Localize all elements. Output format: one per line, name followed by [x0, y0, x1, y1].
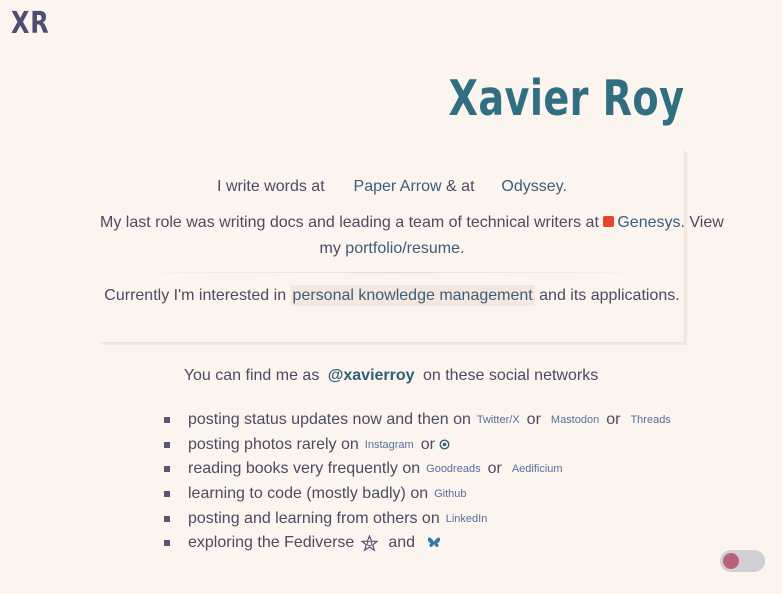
bullet [164, 466, 170, 473]
list-item: posting photos rarely on Instagram or [164, 433, 674, 458]
github-link[interactable]: Github [434, 488, 466, 500]
divider [120, 272, 664, 273]
list-item: learning to code (mostly badly) on Githu… [164, 482, 674, 507]
item-text: posting photos rarely on [188, 435, 359, 453]
item-text: posting status updates now and then on [188, 411, 471, 429]
threads-link[interactable]: Threads [630, 414, 670, 426]
list-item: posting and learning from others on Link… [164, 506, 674, 531]
instagram-link[interactable]: Instagram [365, 439, 414, 451]
paper-arrow-link[interactable]: Paper Arrow [354, 178, 442, 195]
mastodon-link[interactable]: Mastodon [551, 414, 599, 426]
my-text: my [319, 240, 341, 257]
linkedin-link[interactable]: LinkedIn [446, 513, 488, 525]
interest-suffix: and its applications. [539, 287, 680, 304]
period: . [562, 178, 567, 195]
social-list: posting status updates now and then on T… [164, 408, 674, 556]
butterfly-icon[interactable] [427, 537, 441, 549]
list-item: exploring the Fediverse and [164, 531, 674, 556]
odyssey-link[interactable]: Odyssey [501, 178, 562, 195]
write-line: I write words at Paper Arrow & at Odysse… [100, 178, 684, 196]
aedificium-link[interactable]: Aedificium [512, 463, 563, 475]
social-intro-prefix: You can find me as [183, 367, 320, 384]
handle-link[interactable]: @xavierroy [328, 367, 415, 384]
or-text: or [420, 435, 435, 453]
list-item: reading books very frequently on Goodrea… [164, 457, 674, 482]
theme-toggle[interactable] [720, 550, 765, 572]
genesys-link[interactable]: Genesys [617, 214, 680, 231]
bullet [164, 540, 170, 547]
bullet [164, 441, 170, 448]
site-logo[interactable]: XR [11, 6, 50, 41]
item-text: learning to code (mostly badly) on [188, 485, 429, 503]
list-item: posting status updates now and then on T… [164, 408, 674, 433]
role-line: My last role was writing docs and leadin… [100, 214, 724, 232]
bullet [164, 515, 170, 522]
goodreads-link[interactable]: Goodreads [426, 463, 480, 475]
amp-at: & at [446, 178, 475, 195]
circle-dot-icon[interactable] [439, 439, 450, 450]
social-intro: You can find me as @xavierroy on these s… [0, 367, 782, 385]
toggle-knob [723, 553, 739, 569]
fediverse-star-icon[interactable] [361, 534, 379, 552]
or-text: or [606, 411, 621, 429]
twitter-link[interactable]: Twitter/X [477, 414, 520, 426]
or-text: or [526, 411, 541, 429]
page-title: Xavier Roy [448, 70, 684, 127]
pkm-link[interactable]: personal knowledge management [290, 285, 535, 306]
and-text: and [388, 534, 416, 552]
view-text: . View [680, 214, 724, 231]
role-text: My last role was writing docs and leadin… [100, 214, 599, 231]
interest-prefix: Currently I'm interested in [104, 287, 287, 304]
interest-line: Currently I'm interested in personal kno… [100, 285, 684, 306]
period: . [460, 240, 465, 257]
portfolio-line: my portfolio/resume. [100, 240, 684, 258]
write-prefix: I write words at [217, 178, 325, 195]
bullet [164, 417, 170, 424]
genesys-icon [603, 216, 615, 227]
item-text: exploring the Fediverse [188, 534, 355, 552]
or-text: or [487, 460, 502, 478]
intro-card: I write words at Paper Arrow & at Odysse… [100, 150, 724, 343]
item-text: posting and learning from others on [188, 509, 440, 527]
bullet [164, 491, 170, 498]
item-text: reading books very frequently on [188, 460, 421, 478]
social-intro-suffix: on these social networks [422, 367, 599, 384]
portfolio-link[interactable]: portfolio/resume [345, 240, 460, 257]
